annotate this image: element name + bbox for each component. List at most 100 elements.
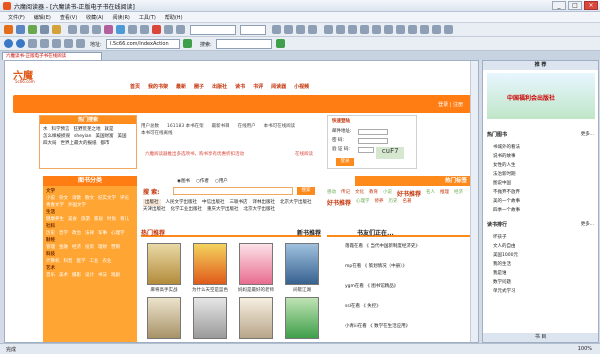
rank-item[interactable]: 数学问题 [493, 278, 595, 287]
publisher-link[interactable]: 天津出版社 [143, 206, 166, 213]
site-search-button[interactable]: 搜索 [297, 187, 315, 195]
search-opt-user[interactable]: ○用户 [215, 178, 228, 185]
tag-link[interactable]: 名著 [403, 198, 412, 207]
menu-view[interactable]: 查看(V) [60, 14, 77, 21]
history-icon[interactable] [64, 39, 73, 48]
book-cover[interactable] [147, 243, 181, 285]
reading-item[interactable]: ygm在看 《 图书馆精品》 [331, 283, 471, 303]
back-icon[interactable] [4, 39, 13, 48]
menu-file[interactable]: 文件(F) [8, 14, 25, 21]
page-icon[interactable] [372, 25, 381, 34]
reading-item[interactable]: 落霞在看 《 当代中国新制度经济史》 [331, 243, 471, 263]
category-name[interactable]: 艺术 [46, 265, 134, 272]
rotate-icon[interactable] [360, 25, 369, 34]
category-item[interactable]: 书法 [98, 272, 107, 279]
category-item[interactable]: 理财 [98, 244, 107, 251]
reading-item[interactable]: mp在看 《 策划情况（中册）》 [331, 263, 471, 283]
book-cover[interactable] [147, 297, 181, 339]
font-icon[interactable] [104, 25, 113, 34]
nav-review[interactable]: 书评 [253, 83, 263, 92]
category-item[interactable]: 心理学 [111, 230, 125, 237]
address-input[interactable]: l.5c66.com/IndexAction [106, 39, 180, 49]
main-scrollbar[interactable] [470, 61, 478, 342]
list-icon[interactable] [140, 25, 149, 34]
category-item[interactable]: 评论 [120, 195, 129, 202]
rank-item[interactable]: 我的生活 [493, 260, 595, 269]
rank-item[interactable]: 我是谁 [493, 269, 595, 278]
fullscreen-icon[interactable] [348, 25, 357, 34]
category-item[interactable]: 投资 [85, 244, 94, 251]
nav-circle[interactable]: 圈子 [194, 83, 204, 92]
nav-latest[interactable]: 最新 [176, 83, 186, 92]
category-item[interactable]: 戏剧 [111, 272, 120, 279]
tag-link[interactable]: 教育 [369, 189, 378, 198]
favorites-icon[interactable] [76, 39, 85, 48]
hot-book[interactable]: 法治新时期 [493, 170, 595, 179]
publisher-link[interactable]: 化学工业出版社 [171, 206, 203, 213]
category-item[interactable]: 管理 [46, 244, 55, 251]
tab-active[interactable]: 六魔读书-正版电子书在线阅读 [2, 52, 102, 60]
help-icon[interactable] [432, 25, 441, 34]
promo-text[interactable]: 六魔阅读器推出多选项书，购书享有优惠折扣活动 [145, 151, 244, 158]
category-item[interactable]: 历史 [46, 230, 55, 237]
captcha-field[interactable] [358, 147, 374, 153]
category-item[interactable]: 计算机 [46, 258, 60, 265]
home-page-icon[interactable] [52, 39, 61, 48]
hot-book[interactable]: 不抛弃不放弃 [493, 188, 595, 197]
tag-link[interactable]: 心理学 [356, 198, 370, 207]
prev-page-icon[interactable] [384, 25, 393, 34]
tag-link[interactable]: 名人 [426, 189, 435, 198]
hot-books-more[interactable]: 更多... [581, 131, 594, 137]
copy-icon[interactable] [80, 25, 89, 34]
tag-link[interactable]: 经济 [454, 189, 463, 198]
publisher-link[interactable]: 北京大学出版社 [280, 199, 312, 206]
hot-term[interactable]: 美国财富 [96, 133, 114, 140]
highlight-icon[interactable] [152, 25, 161, 34]
hot-term[interactable]: 科学预言 [52, 126, 70, 133]
forward-icon[interactable] [16, 39, 25, 48]
nav-home[interactable]: 首页 [130, 83, 140, 92]
tag-link[interactable]: 好书推荐 [327, 198, 351, 207]
image-icon[interactable] [164, 25, 173, 34]
publisher-link[interactable]: 中信出版社 [202, 199, 225, 206]
hot-term[interactable]: 水 [43, 126, 48, 133]
nav-video[interactable]: 小视频 [294, 83, 309, 92]
category-item[interactable]: 育儿 [120, 216, 129, 223]
rank-item[interactable]: 美国1000元 [493, 251, 595, 260]
size-select[interactable] [240, 25, 266, 35]
rank-item[interactable]: 文人的自由 [493, 242, 595, 251]
category-item[interactable]: 科普 [64, 258, 73, 265]
next-page-icon[interactable] [396, 25, 405, 34]
publisher-link[interactable]: 北京大学出版社 [244, 206, 276, 213]
save-icon[interactable] [28, 25, 37, 34]
close-button[interactable]: × [584, 1, 598, 10]
category-item[interactable]: 音乐 [46, 272, 55, 279]
tag-link[interactable]: 修养 [375, 198, 384, 207]
publisher-link[interactable]: 译林出版社 [253, 199, 276, 206]
email-field[interactable] [358, 129, 388, 135]
category-item[interactable]: 军事 [98, 230, 107, 237]
search-go-icon[interactable] [276, 39, 285, 48]
zoom-in-icon[interactable] [324, 25, 333, 34]
book-cover[interactable] [193, 297, 227, 339]
category-item[interactable]: 诗歌 [72, 195, 81, 202]
hot-book[interactable]: 女性的人生 [493, 161, 595, 170]
menu-edit[interactable]: 编辑(E) [34, 14, 51, 21]
tag-link[interactable]: 文化 [355, 189, 364, 198]
promo-link[interactable]: 在线阅读 [295, 151, 313, 158]
category-item[interactable]: 家居 [94, 216, 103, 223]
banner-image[interactable]: 中国福利会出版社 [487, 73, 595, 119]
category-item[interactable]: 青春文学 [46, 202, 64, 209]
search-opt-author[interactable]: ○作者 [196, 178, 209, 185]
align-icon[interactable] [128, 25, 137, 34]
hot-term[interactable]: 世界上最大的报纸 [61, 140, 97, 147]
rank-item[interactable]: 单元式学习 [493, 287, 595, 296]
minimize-button[interactable]: _ [552, 1, 566, 10]
rank-item[interactable]: 坏孩子 [493, 233, 595, 242]
color-icon[interactable] [308, 25, 317, 34]
rank-more[interactable]: 更多... [581, 221, 594, 227]
hot-term[interactable]: 狂野荒芜之地 [74, 126, 101, 133]
book-title[interactable]: 间歇江湖 [282, 287, 322, 293]
book-title[interactable]: 为什么天空是蓝色 [190, 287, 230, 293]
book-title[interactable]: 麻将高手实战 [144, 287, 184, 293]
